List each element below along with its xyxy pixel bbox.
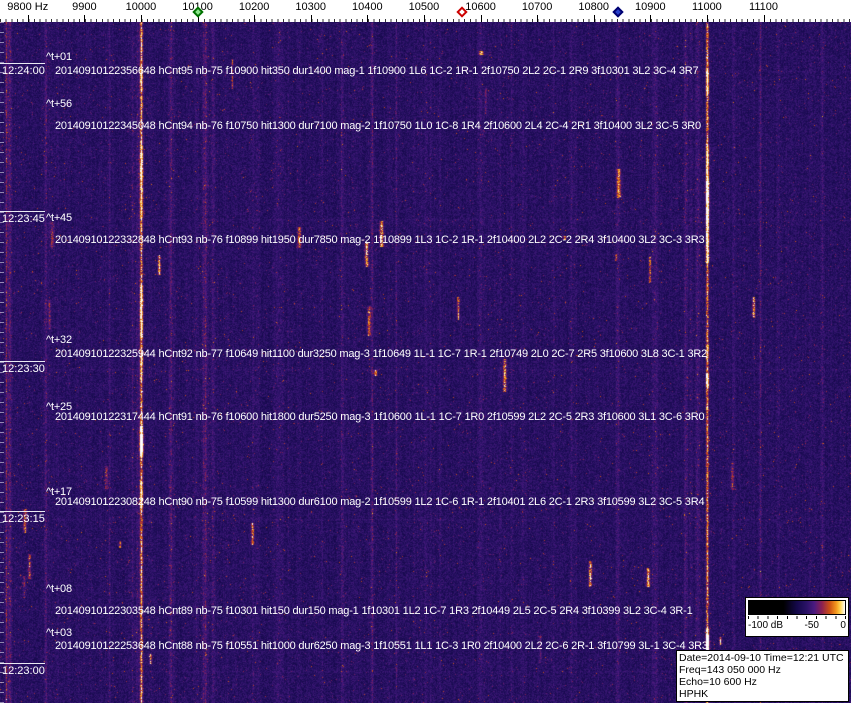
time-label: 12:23:00 (2, 665, 45, 677)
detection-record: 20140910122308248 hCnt90 nb-75 f10599 hi… (55, 496, 705, 508)
freq-tick-label: 10500 (408, 1, 440, 13)
info-date-time: Date=2014-09-10 Time=12:21 UTC (679, 652, 844, 664)
info-frequency: Freq=143 050 000 Hz (679, 664, 781, 676)
freq-major-tick (593, 15, 595, 22)
freq-tick-label: 11000 (692, 1, 722, 13)
freq-tick-label: 10900 (635, 1, 666, 13)
freq-tick-label: 10400 (352, 1, 383, 13)
detection-record: 20140910122356648 hCnt95 nb-75 f10900 hi… (55, 65, 699, 77)
spectrogram-area: 12:24:00 12:23:45 12:23:30 12:23:15 12:23:00… (0, 22, 851, 703)
colorbar-labels: -100 dB -50 0 (748, 620, 846, 631)
freq-tick-label: 10300 (295, 1, 327, 13)
detection-record: 20140910122303548 hCnt89 nb-75 f10301 hi… (55, 605, 693, 617)
time-tick-line (0, 663, 45, 664)
status-info-box: Date=2014-09-10 Time=12:21 UTC Freq=143 … (676, 650, 849, 702)
marker-diamond-blue[interactable] (612, 6, 624, 18)
detection-tag: ^t+08 (46, 583, 72, 595)
time-label: 12:24:00 (2, 65, 45, 77)
time-tick-line (0, 211, 45, 212)
detection-tag: ^t+45 (46, 212, 72, 224)
colorbar-panel: -100 dB -50 0 (745, 597, 849, 637)
time-label: 12:23:45 (2, 213, 45, 225)
freq-tick-label: 9800 Hz (7, 1, 49, 13)
detection-tag: ^t+03 (46, 627, 72, 639)
freq-tick-label: 10600 (465, 1, 496, 13)
freq-major-tick (140, 15, 142, 22)
frequency-minor-ticks (0, 19, 851, 22)
frequency-ruler: 9800 Hz990010000101001020010300104001050… (0, 0, 851, 22)
time-label: 12:23:15 (2, 513, 45, 525)
colorbar-label-min: -100 dB (748, 620, 784, 631)
info-station: HPHK (679, 688, 709, 700)
freq-major-tick (706, 15, 708, 22)
detection-record: 20140910122345048 hCnt94 nb-76 f10750 hi… (55, 120, 701, 132)
detection-record: 20140910122317444 hCnt91 nb-76 f10600 hi… (55, 411, 705, 423)
spectrogram-app-window: 9800 Hz990010000101001020010300104001050… (0, 0, 851, 703)
freq-major-tick (27, 15, 29, 22)
colorbar-label-mid: -50 (804, 620, 819, 631)
freq-tick-label: 10200 (238, 1, 270, 13)
detection-record: 20140910122325944 hCnt92 nb-77 f10649 hi… (55, 348, 708, 360)
time-tick-line (0, 361, 45, 362)
freq-tick-label: 10800 (578, 1, 610, 13)
detection-record: 20140910122253648 hCnt88 nb-75 f10551 hi… (55, 640, 708, 652)
freq-major-tick (254, 15, 256, 22)
detection-tag: ^t+56 (46, 98, 72, 110)
colorbar-label-max: 0 (840, 620, 846, 631)
freq-major-tick (423, 15, 425, 22)
freq-major-tick (310, 15, 312, 22)
colorbar-ticks (748, 616, 846, 619)
time-label: 12:23:30 (2, 363, 45, 375)
detection-record: 20140910122332848 hCnt93 nb-76 f10899 hi… (55, 234, 705, 246)
time-tick-line (0, 63, 45, 64)
detection-tag: ^t+32 (46, 334, 72, 346)
freq-major-tick (763, 15, 765, 22)
freq-tick-label: 10700 (521, 1, 553, 13)
info-echo: Echo=10 600 Hz (679, 676, 757, 688)
freq-tick-label: 11100 (749, 1, 779, 13)
time-tick-line (0, 511, 45, 512)
colorbar-gradient (748, 600, 846, 615)
freq-tick-label: 9900 (72, 1, 97, 13)
freq-major-tick (84, 15, 86, 22)
freq-tick-label: 10000 (125, 1, 157, 13)
freq-major-tick (650, 15, 652, 22)
freq-major-tick (367, 15, 369, 22)
freq-major-tick (480, 15, 482, 22)
freq-major-tick (537, 15, 539, 22)
detection-tag: ^t+01 (46, 51, 72, 63)
